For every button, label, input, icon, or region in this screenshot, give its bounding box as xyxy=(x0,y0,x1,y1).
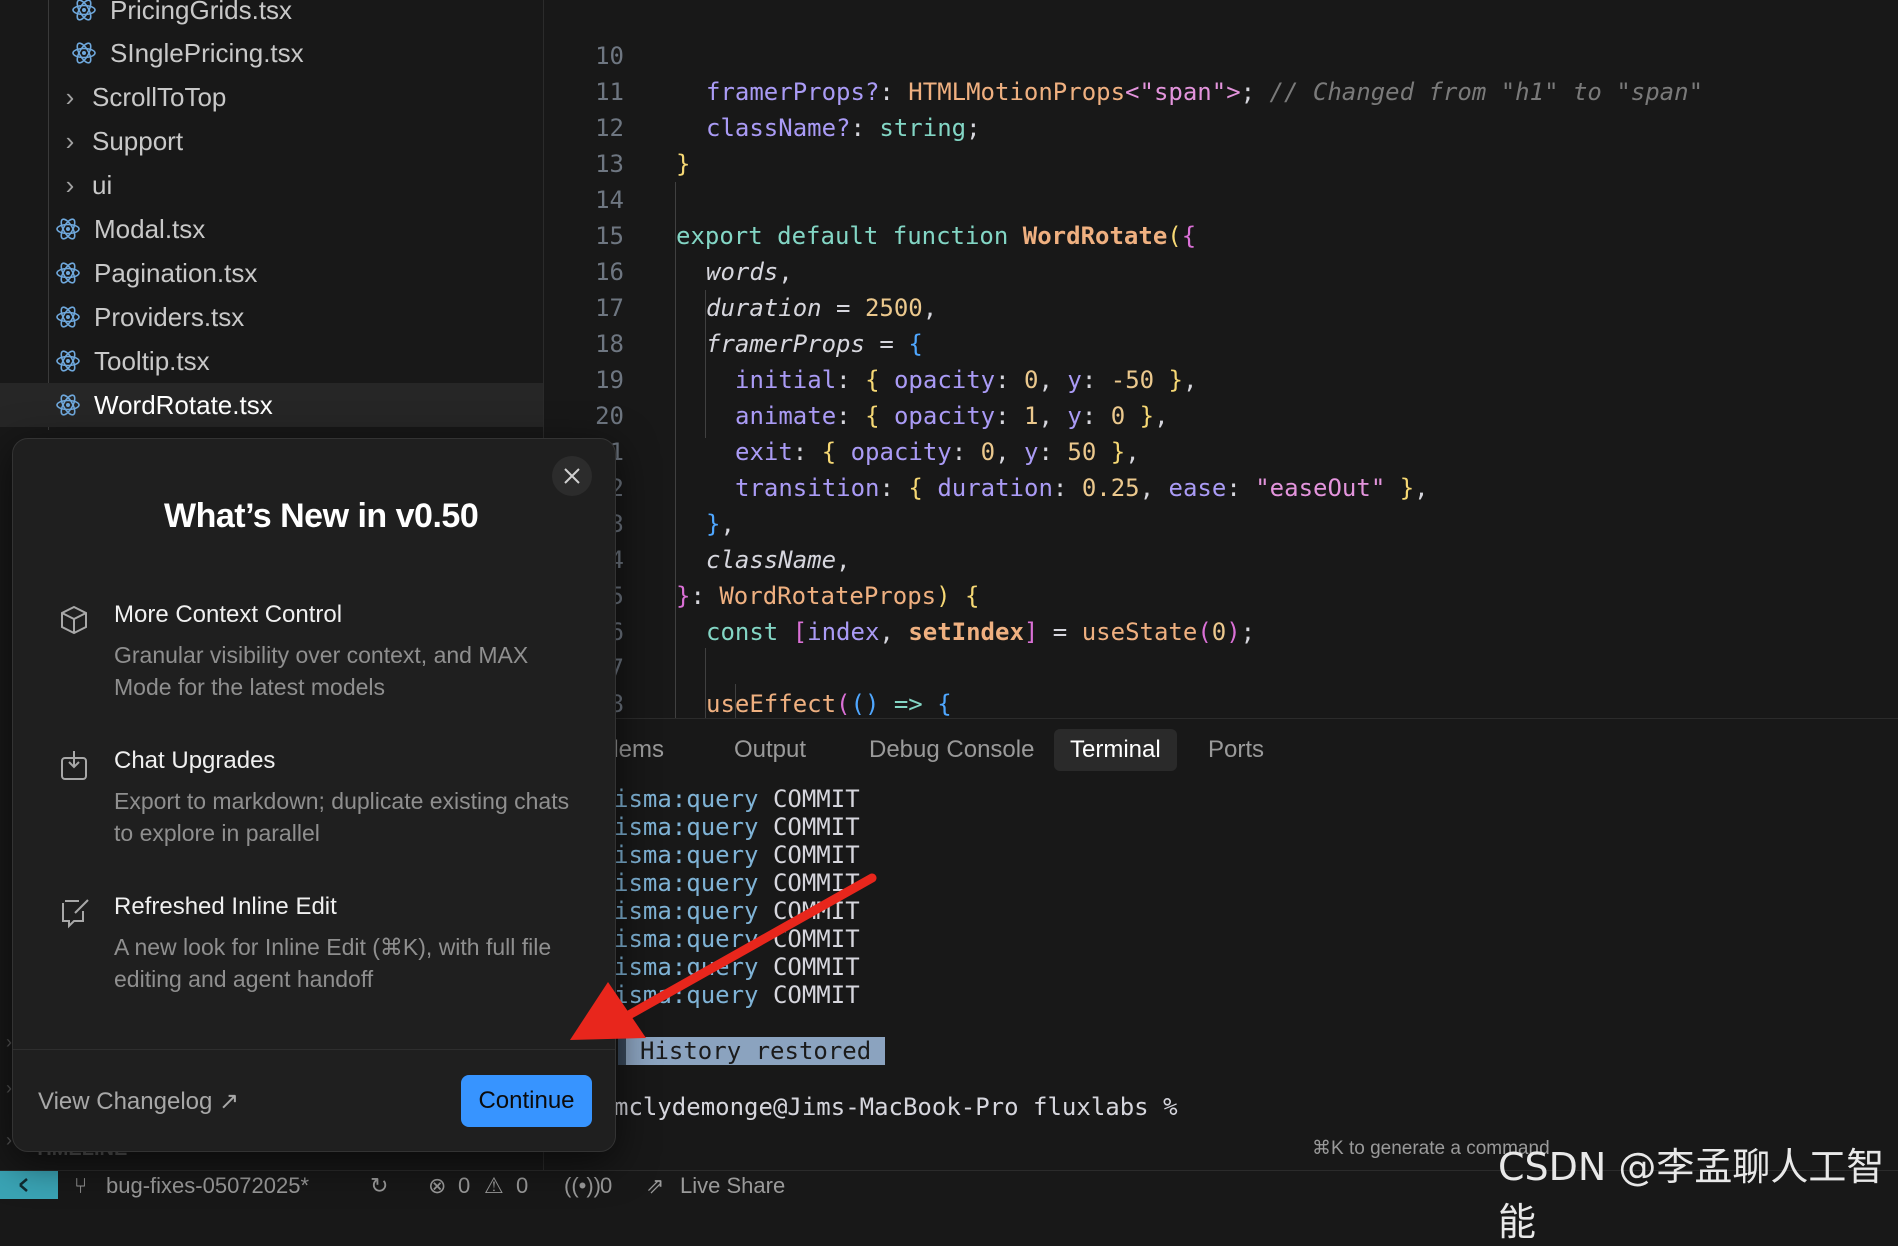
divider xyxy=(13,1049,615,1050)
terminal-line: isma:query COMMIT xyxy=(614,785,860,813)
branch-icon: ⑂ xyxy=(74,1173,88,1198)
code-line: 13 xyxy=(544,110,1898,178)
file-label: Modal.tsx xyxy=(94,213,206,244)
code-line: 5 const [index, setIndex] = useState(0); xyxy=(544,542,1898,646)
file-pricinggrids[interactable]: PricingGrids.tsx xyxy=(0,0,543,32)
feature-description: Export to markdown; duplicate existing c… xyxy=(114,788,570,846)
chat-export-icon xyxy=(57,749,91,783)
tab-ports[interactable]: Ports xyxy=(1192,729,1280,771)
react-icon xyxy=(70,0,98,24)
folder-support[interactable]: › Support xyxy=(0,119,543,163)
react-icon xyxy=(54,215,82,243)
code-line: 3 className, xyxy=(544,470,1898,574)
code-line: 21 transition: { duration: 0.25, ease: "… xyxy=(544,398,1898,502)
file-label: PricingGrids.tsx xyxy=(110,0,293,25)
tab-terminal[interactable]: Terminal xyxy=(1054,729,1177,771)
feature-title: Chat Upgrades xyxy=(114,747,276,774)
feature-title: Refreshed Inline Edit xyxy=(114,893,337,920)
annotation-arrow xyxy=(570,873,877,1040)
tab-debug-console[interactable]: Debug Console xyxy=(853,729,1050,771)
code-line: 8 const interval = setInterval(() => { xyxy=(544,650,1898,718)
react-icon xyxy=(54,303,82,331)
chevron-right-icon: › xyxy=(65,125,75,156)
file-wordrotate[interactable]: WordRotate.tsx xyxy=(0,383,543,427)
file-pagination[interactable]: Pagination.tsx xyxy=(0,251,543,295)
warning-count[interactable]: 0 xyxy=(516,1173,528,1199)
code-line: 9 setIndex((prevIndex) => (prevIndex + 1… xyxy=(544,686,1898,718)
file-label: WordRotate.tsx xyxy=(94,389,273,420)
close-button[interactable] xyxy=(552,456,592,496)
code-line: 2 }, xyxy=(544,434,1898,538)
branch-name[interactable]: bug-fixes-05072025* xyxy=(106,1173,309,1199)
code-editor[interactable]: 10 framerProps?: HTMLMotionProps<"span">… xyxy=(544,0,1898,718)
live-share-icon: ⇗ xyxy=(646,1173,665,1198)
file-modal[interactable]: Modal.tsx xyxy=(0,207,543,251)
file-label: SInglePricing.tsx xyxy=(110,37,304,68)
cube-icon xyxy=(57,603,91,637)
folder-label: ScrollToTop xyxy=(92,81,227,112)
ports-icon: ((•)) xyxy=(564,1173,602,1198)
ports-count[interactable]: 0 xyxy=(600,1173,612,1199)
warning-icon: ⚠ xyxy=(484,1173,504,1198)
code-line: 4 }: WordRotateProps) { xyxy=(544,506,1898,610)
file-singlepricing[interactable]: SInglePricing.tsx xyxy=(0,31,543,75)
code-line: 20 exit: { opacity: 0, y: 50 }, xyxy=(544,362,1898,466)
file-providers[interactable]: Providers.tsx xyxy=(0,295,543,339)
sync-icon[interactable]: ↻ xyxy=(370,1173,388,1199)
continue-button[interactable]: Continue xyxy=(461,1075,592,1127)
code-line: 18 initial: { opacity: 0, y: -50 }, xyxy=(544,290,1898,394)
close-icon xyxy=(564,468,580,484)
modal-title: What’s New in v0.50 xyxy=(164,497,479,535)
code-line: 12 } xyxy=(544,74,1898,178)
whats-new-modal: What’s New in v0.50 More Context Control… xyxy=(12,438,616,1152)
react-icon xyxy=(54,391,82,419)
file-label: Tooltip.tsx xyxy=(94,345,210,376)
code-line: 15 words, xyxy=(544,182,1898,286)
code-line: 19 animate: { opacity: 1, y: 0 }, xyxy=(544,326,1898,430)
view-changelog-link[interactable]: View Changelog ↗ xyxy=(38,1087,239,1116)
feature-description: A new look for Inline Edit (⌘K), with fu… xyxy=(114,934,552,992)
watermark: CSDN @李孟聊人工智能 xyxy=(1498,1145,1885,1244)
feature-title: More Context Control xyxy=(114,601,343,628)
remote-button[interactable] xyxy=(0,1171,58,1199)
error-icon: ⊗ xyxy=(428,1173,447,1198)
terminal-line: isma:query COMMIT xyxy=(614,813,860,841)
inline-edit-icon xyxy=(57,895,91,929)
chevron-right-icon: › xyxy=(65,169,75,200)
error-count[interactable]: 0 xyxy=(458,1173,470,1199)
remote-icon xyxy=(19,1178,28,1192)
folder-label: Support xyxy=(92,125,184,156)
code-line: 7 useEffect(() => { xyxy=(544,614,1898,718)
folder-ui[interactable]: › ui xyxy=(0,163,543,207)
feature-description: Granular visibility over context, and MA… xyxy=(114,642,529,700)
react-icon xyxy=(54,259,82,287)
live-share-label[interactable]: Live Share xyxy=(680,1173,785,1199)
code-line: 11 className?: string; xyxy=(544,38,1898,142)
file-label: Pagination.tsx xyxy=(94,257,258,288)
code-line: 6 xyxy=(544,578,1898,646)
code-line: 10 framerProps?: HTMLMotionProps<"span">… xyxy=(544,2,1898,106)
chevron-right-icon: › xyxy=(65,81,75,112)
code-line: 14 export default function WordRotate({ xyxy=(544,146,1898,250)
terminal-prompt[interactable]: mclydemonge@Jims-MacBook-Pro fluxlabs % xyxy=(614,1093,1178,1121)
terminal-line: isma:query COMMIT xyxy=(614,841,860,869)
folder-scrolltotop[interactable]: › ScrollToTop xyxy=(0,75,543,119)
tab-output[interactable]: Output xyxy=(718,729,822,771)
react-icon xyxy=(70,39,98,67)
react-icon xyxy=(54,347,82,375)
file-label: Providers.tsx xyxy=(94,301,245,332)
file-tooltip[interactable]: Tooltip.tsx xyxy=(0,339,543,383)
code-line: 17 framerProps = { xyxy=(544,254,1898,358)
folder-label: ui xyxy=(92,169,113,200)
code-line: 16 duration = 2500, xyxy=(544,218,1898,322)
